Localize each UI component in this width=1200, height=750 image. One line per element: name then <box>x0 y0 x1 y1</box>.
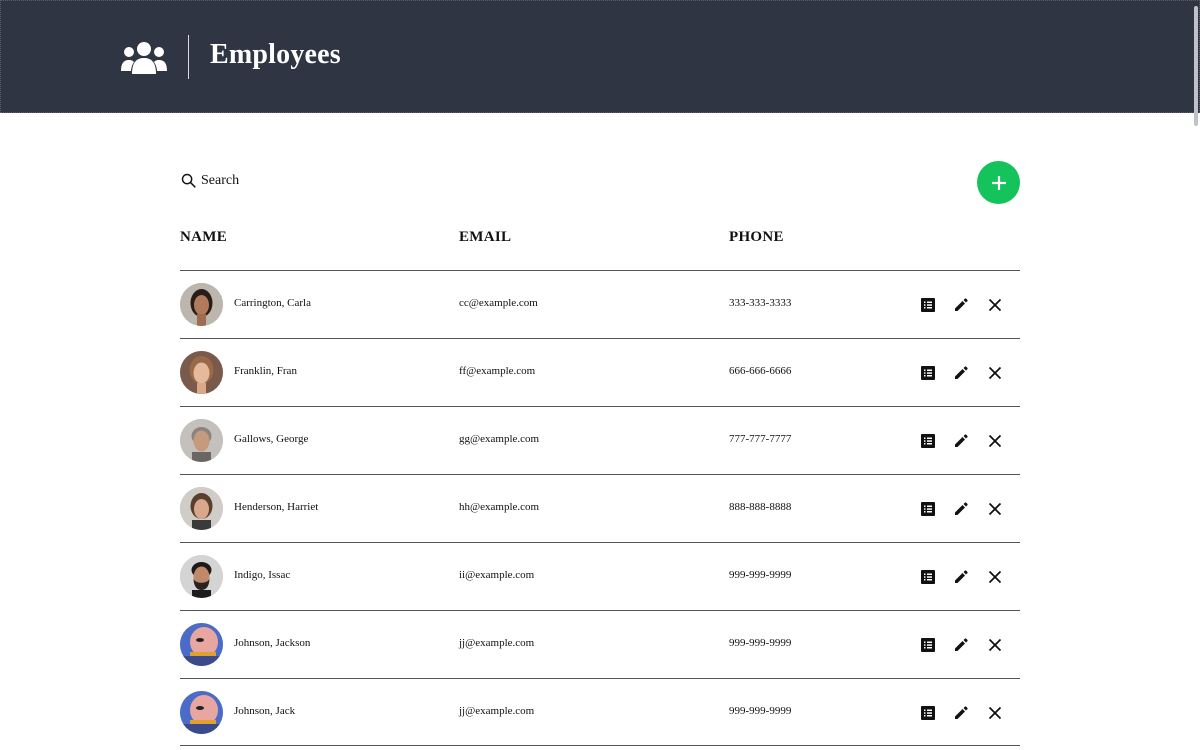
employee-email: jj@example.com <box>459 705 535 717</box>
avatar <box>180 351 223 394</box>
column-header-phone: PHONE <box>729 229 784 245</box>
edit-pencil-icon <box>955 434 968 447</box>
table-row[interactable]: Henderson, Harriet hh@example.com 888-88… <box>180 474 1020 542</box>
employee-name: Indigo, Issac <box>234 569 291 581</box>
details-icon <box>921 570 935 584</box>
details-button[interactable] <box>918 703 938 723</box>
details-icon <box>921 366 935 380</box>
edit-button[interactable] <box>951 703 971 723</box>
avatar <box>180 555 223 598</box>
header-divider <box>188 35 189 79</box>
details-icon <box>921 434 935 448</box>
close-icon <box>988 366 1002 380</box>
delete-button[interactable] <box>985 499 1005 519</box>
edit-button[interactable] <box>951 635 971 655</box>
avatar <box>180 623 223 666</box>
column-header-name: NAME <box>180 229 228 245</box>
employee-phone: 666-666-6666 <box>729 365 792 377</box>
edit-button[interactable] <box>951 363 971 383</box>
avatar <box>180 691 223 734</box>
column-header-email: EMAIL <box>459 229 512 245</box>
employee-name: Henderson, Harriet <box>234 501 319 513</box>
employee-email: jj@example.com <box>459 637 535 649</box>
avatar <box>180 487 223 530</box>
close-icon <box>988 434 1002 448</box>
employee-name: Johnson, Jack <box>234 705 296 717</box>
employee-phone: 777-777-7777 <box>729 433 792 445</box>
details-button[interactable] <box>918 295 938 315</box>
edit-pencil-icon <box>955 570 968 583</box>
edit-pencil-icon <box>955 638 968 651</box>
details-icon <box>921 298 935 312</box>
search-icon <box>181 173 196 188</box>
avatar <box>180 419 223 462</box>
edit-pencil-icon <box>955 706 968 719</box>
details-button[interactable] <box>918 363 938 383</box>
app-header: Employees <box>0 0 1200 113</box>
delete-button[interactable] <box>985 363 1005 383</box>
edit-button[interactable] <box>951 295 971 315</box>
details-button[interactable] <box>918 635 938 655</box>
employee-phone: 333-333-3333 <box>729 297 792 309</box>
close-icon <box>988 298 1002 312</box>
avatar <box>180 283 223 326</box>
delete-button[interactable] <box>985 567 1005 587</box>
group-icon <box>121 42 167 74</box>
details-button[interactable] <box>918 567 938 587</box>
details-icon <box>921 638 935 652</box>
scrollbar-thumb[interactable] <box>1194 6 1198 126</box>
employee-name: Gallows, George <box>234 433 309 445</box>
employee-name: Carrington, Carla <box>234 297 311 309</box>
employee-phone: 999-999-9999 <box>729 637 792 649</box>
close-icon <box>988 706 1002 720</box>
delete-button[interactable] <box>985 431 1005 451</box>
table-row[interactable]: Carrington, Carla cc@example.com 333-333… <box>180 270 1020 338</box>
delete-button[interactable] <box>985 295 1005 315</box>
employee-phone: 888-888-8888 <box>729 501 792 513</box>
table-row[interactable]: Gallows, George gg@example.com 777-777-7… <box>180 406 1020 474</box>
edit-button[interactable] <box>951 431 971 451</box>
details-icon <box>921 706 935 720</box>
close-icon <box>988 502 1002 516</box>
edit-pencil-icon <box>955 366 968 379</box>
search-label: Search <box>201 172 240 188</box>
table-row[interactable]: Johnson, Jackson jj@example.com 999-999-… <box>180 610 1020 678</box>
edit-pencil-icon <box>955 502 968 515</box>
employee-email: cc@example.com <box>459 297 538 309</box>
delete-button[interactable] <box>985 635 1005 655</box>
employee-email: ff@example.com <box>459 365 536 377</box>
table-row[interactable]: Indigo, Issac ii@example.com 999-999-999… <box>180 542 1020 610</box>
employee-email: hh@example.com <box>459 501 540 513</box>
details-button[interactable] <box>918 431 938 451</box>
edit-button[interactable] <box>951 567 971 587</box>
edit-button[interactable] <box>951 499 971 519</box>
details-icon <box>921 502 935 516</box>
details-button[interactable] <box>918 499 938 519</box>
delete-button[interactable] <box>985 703 1005 723</box>
employee-email: ii@example.com <box>459 569 535 581</box>
add-employee-button[interactable] <box>977 161 1020 204</box>
table-row[interactable]: Franklin, Fran ff@example.com 666-666-66… <box>180 338 1020 406</box>
close-icon <box>988 638 1002 652</box>
employee-name: Johnson, Jackson <box>234 637 311 649</box>
plus-icon <box>991 175 1006 190</box>
employee-phone: 999-999-9999 <box>729 569 792 581</box>
search-field[interactable]: Search <box>180 172 239 189</box>
table-row[interactable]: Johnson, Jack jj@example.com 999-999-999… <box>180 678 1020 746</box>
employee-table: Carrington, Carla cc@example.com 333-333… <box>180 270 1020 746</box>
employee-name: Franklin, Fran <box>234 365 297 377</box>
edit-pencil-icon <box>955 298 968 311</box>
page-title: Employees <box>210 39 341 70</box>
close-icon <box>988 570 1002 584</box>
employee-email: gg@example.com <box>459 433 540 445</box>
employee-phone: 999-999-9999 <box>729 705 792 717</box>
